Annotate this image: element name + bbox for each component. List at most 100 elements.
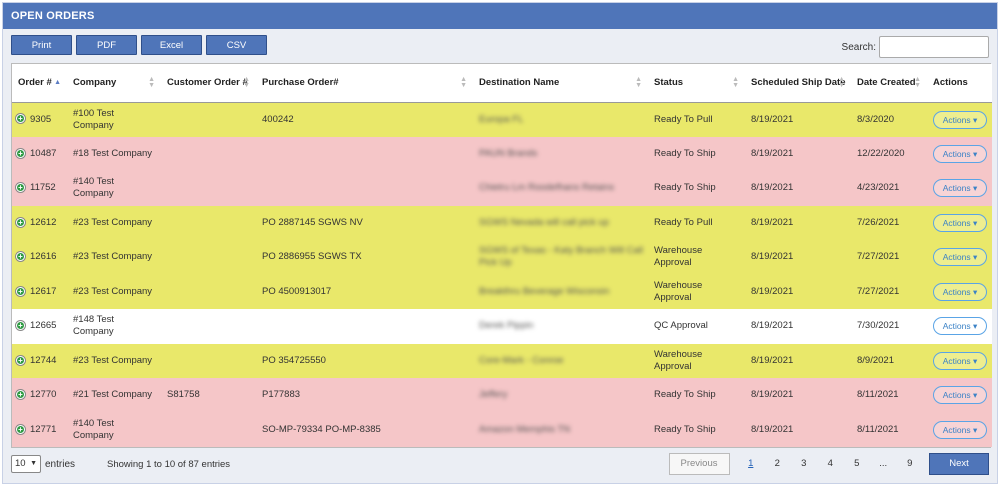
expand-row-icon[interactable]: + [16,183,25,193]
excel-button[interactable]: Excel [141,35,202,55]
page-button[interactable]: 2 [764,453,791,475]
cell-value: 12612 [30,216,57,228]
expand-row-icon[interactable]: + [16,217,25,227]
cell-company: #21 Test Company [67,378,161,413]
table-row[interactable]: +12616 #23 Test Company PO 2886955 SGWS TX… [12,240,992,275]
column-header-purchase-order[interactable]: Purchase Order# ▲ ▼ [256,64,473,103]
table-row[interactable]: +12665 #148 Test Company Derek Pippin QC Ap… [12,309,992,344]
expand-row-icon[interactable]: + [16,321,25,331]
page-button[interactable]: 9 [897,453,924,475]
cell-value: SGWS Nevada will call pick up [479,216,609,228]
cell-destination-name: Jeffery [473,378,648,413]
column-header-company[interactable]: Company ▲ ▼ [67,64,161,103]
actions-dropdown-button[interactable]: Actions ▾ [933,144,987,163]
cell-purchase-order [256,309,473,344]
cell-status: Ready To Pull [648,205,745,240]
cell-actions: Actions ▾ [927,171,992,206]
cell-purchase-order: SO-MP-79334 PO-MP-8385 [256,412,473,447]
sort-icon: ▲ ▼ [148,75,155,89]
cell-company: #18 Test Company [67,136,161,171]
cell-value: 8/19/2021 [751,285,794,297]
column-header-destination-name[interactable]: Destination Name ▲ ▼ [473,64,648,103]
csv-button[interactable]: CSV [206,35,267,55]
cell-value: Amazon Memphis TN [479,423,571,435]
cell-value: #148 Test Company [73,314,115,338]
column-header-status[interactable]: Status ▲ ▼ [648,64,745,103]
cell-destination-name: Chietru Lm Roodefhans Retains [473,171,648,206]
actions-dropdown-button[interactable]: Actions ▾ [933,386,987,405]
expand-row-icon[interactable]: + [16,390,25,400]
page-button[interactable]: 3 [791,453,818,475]
actions-dropdown-button[interactable]: Actions ▾ [933,179,987,198]
cell-actions: Actions ▾ [927,309,992,344]
previous-button[interactable]: Previous [668,453,730,475]
column-header-label: Date Created [857,76,916,88]
sort-icon: ▲ ▼ [732,75,739,89]
open-orders-panel: OPEN ORDERS Print PDF Excel CSV Search: … [2,2,998,484]
cell-destination-name: Breakthru Beverage Wisconsin [473,274,648,309]
expand-row-icon[interactable]: + [16,424,25,434]
print-button[interactable]: Print [11,35,72,55]
expand-row-icon[interactable]: + [16,252,25,262]
table-row[interactable]: +9305 #100 Test Company 400242 Europa FL Rea… [12,102,992,137]
table-row[interactable]: +12612 #23 Test Company PO 2887145 SGWS NV… [12,205,992,240]
table-footer: 10 ▼ entries Showing 1 to 10 of 87 entri… [11,453,989,475]
next-button[interactable]: Next [929,453,989,475]
cell-actions: Actions ▾ [927,240,992,275]
actions-dropdown-button[interactable]: Actions ▾ [933,248,987,267]
column-header-label: Actions [933,76,968,88]
pdf-button[interactable]: PDF [76,35,137,55]
actions-dropdown-button[interactable]: Actions ▾ [933,351,987,370]
cell-value: 8/19/2021 [751,423,794,435]
actions-dropdown-button[interactable]: Actions ▾ [933,110,987,129]
column-header-date-created[interactable]: Date Created ▲ ▼ [851,64,927,103]
sort-icon: ▲ ▼ [243,75,250,89]
table-row[interactable]: +11752 #140 Test Company Chietru Lm Roodef… [12,171,992,206]
cell-customer-order [161,309,256,344]
expand-row-icon[interactable]: + [16,114,25,124]
column-header-scheduled-ship-date[interactable]: Scheduled Ship Date ▲ ▼ [745,64,851,103]
expand-row-icon[interactable]: + [16,148,25,158]
table-row[interactable]: +12771 #140 Test Company SO-MP-79334 PO-MP… [12,412,992,447]
cell-company: #23 Test Company [67,343,161,378]
expand-row-icon[interactable]: + [16,286,25,296]
sort-icon: ▲ ▼ [635,75,642,89]
cell-value: #18 Test Company [73,147,153,159]
page-length-suffix: entries [45,458,76,470]
cell-status: Ready To Pull [648,102,745,137]
cell-value: Warehouse Approval [654,279,703,303]
search-input[interactable] [879,36,989,58]
expand-row-icon[interactable]: + [16,355,25,365]
page-button[interactable]: 1 [738,453,765,475]
page-button[interactable]: 5 [844,453,871,475]
cell-status: QC Approval [648,309,745,344]
cell-order: +12744 [12,343,67,378]
cell-company: #148 Test Company [67,309,161,344]
cell-value: 8/19/2021 [751,147,794,159]
cell-status: Warehouse Approval [648,343,745,378]
actions-dropdown-button[interactable]: Actions ▾ [933,213,987,232]
table-row[interactable]: +10487 #18 Test Company PAUN Brands Ready T… [12,136,992,171]
cell-date-created: 7/30/2021 [851,309,927,344]
orders-table-wrapper: Order # ▲ Company ▲ ▼ Customer Order # ▲ ▼ Purch… [11,63,992,448]
table-row[interactable]: +12770 #21 Test Company S81758 P177883 Jeffe… [12,378,992,413]
cell-status: Ready To Ship [648,136,745,171]
column-header-actions[interactable]: Actions [927,64,992,103]
cell-value: 12744 [30,354,57,366]
cell-scheduled-ship-date: 8/19/2021 [745,240,851,275]
cell-value: Breakthru Beverage Wisconsin [479,285,610,297]
table-row[interactable]: +12617 #23 Test Company PO 4500913017 Break… [12,274,992,309]
table-row[interactable]: +12744 #23 Test Company PO 354725550 Core-M… [12,343,992,378]
actions-dropdown-button[interactable]: Actions ▾ [933,420,987,439]
cell-scheduled-ship-date: 8/19/2021 [745,274,851,309]
column-header-order[interactable]: Order # ▲ [12,64,67,103]
page-length-select[interactable]: 10 ▼ [11,455,41,473]
chevron-down-icon: ▾ [970,114,978,125]
cell-purchase-order [256,171,473,206]
cell-value: SO-MP-79334 PO-MP-8385 [262,423,381,435]
column-header-customer-order[interactable]: Customer Order # ▲ ▼ [161,64,256,103]
page-button[interactable]: 4 [817,453,844,475]
actions-dropdown-button[interactable]: Actions ▾ [933,282,987,301]
chevron-down-icon: ▾ [970,148,978,159]
actions-dropdown-button[interactable]: Actions ▾ [933,317,987,336]
